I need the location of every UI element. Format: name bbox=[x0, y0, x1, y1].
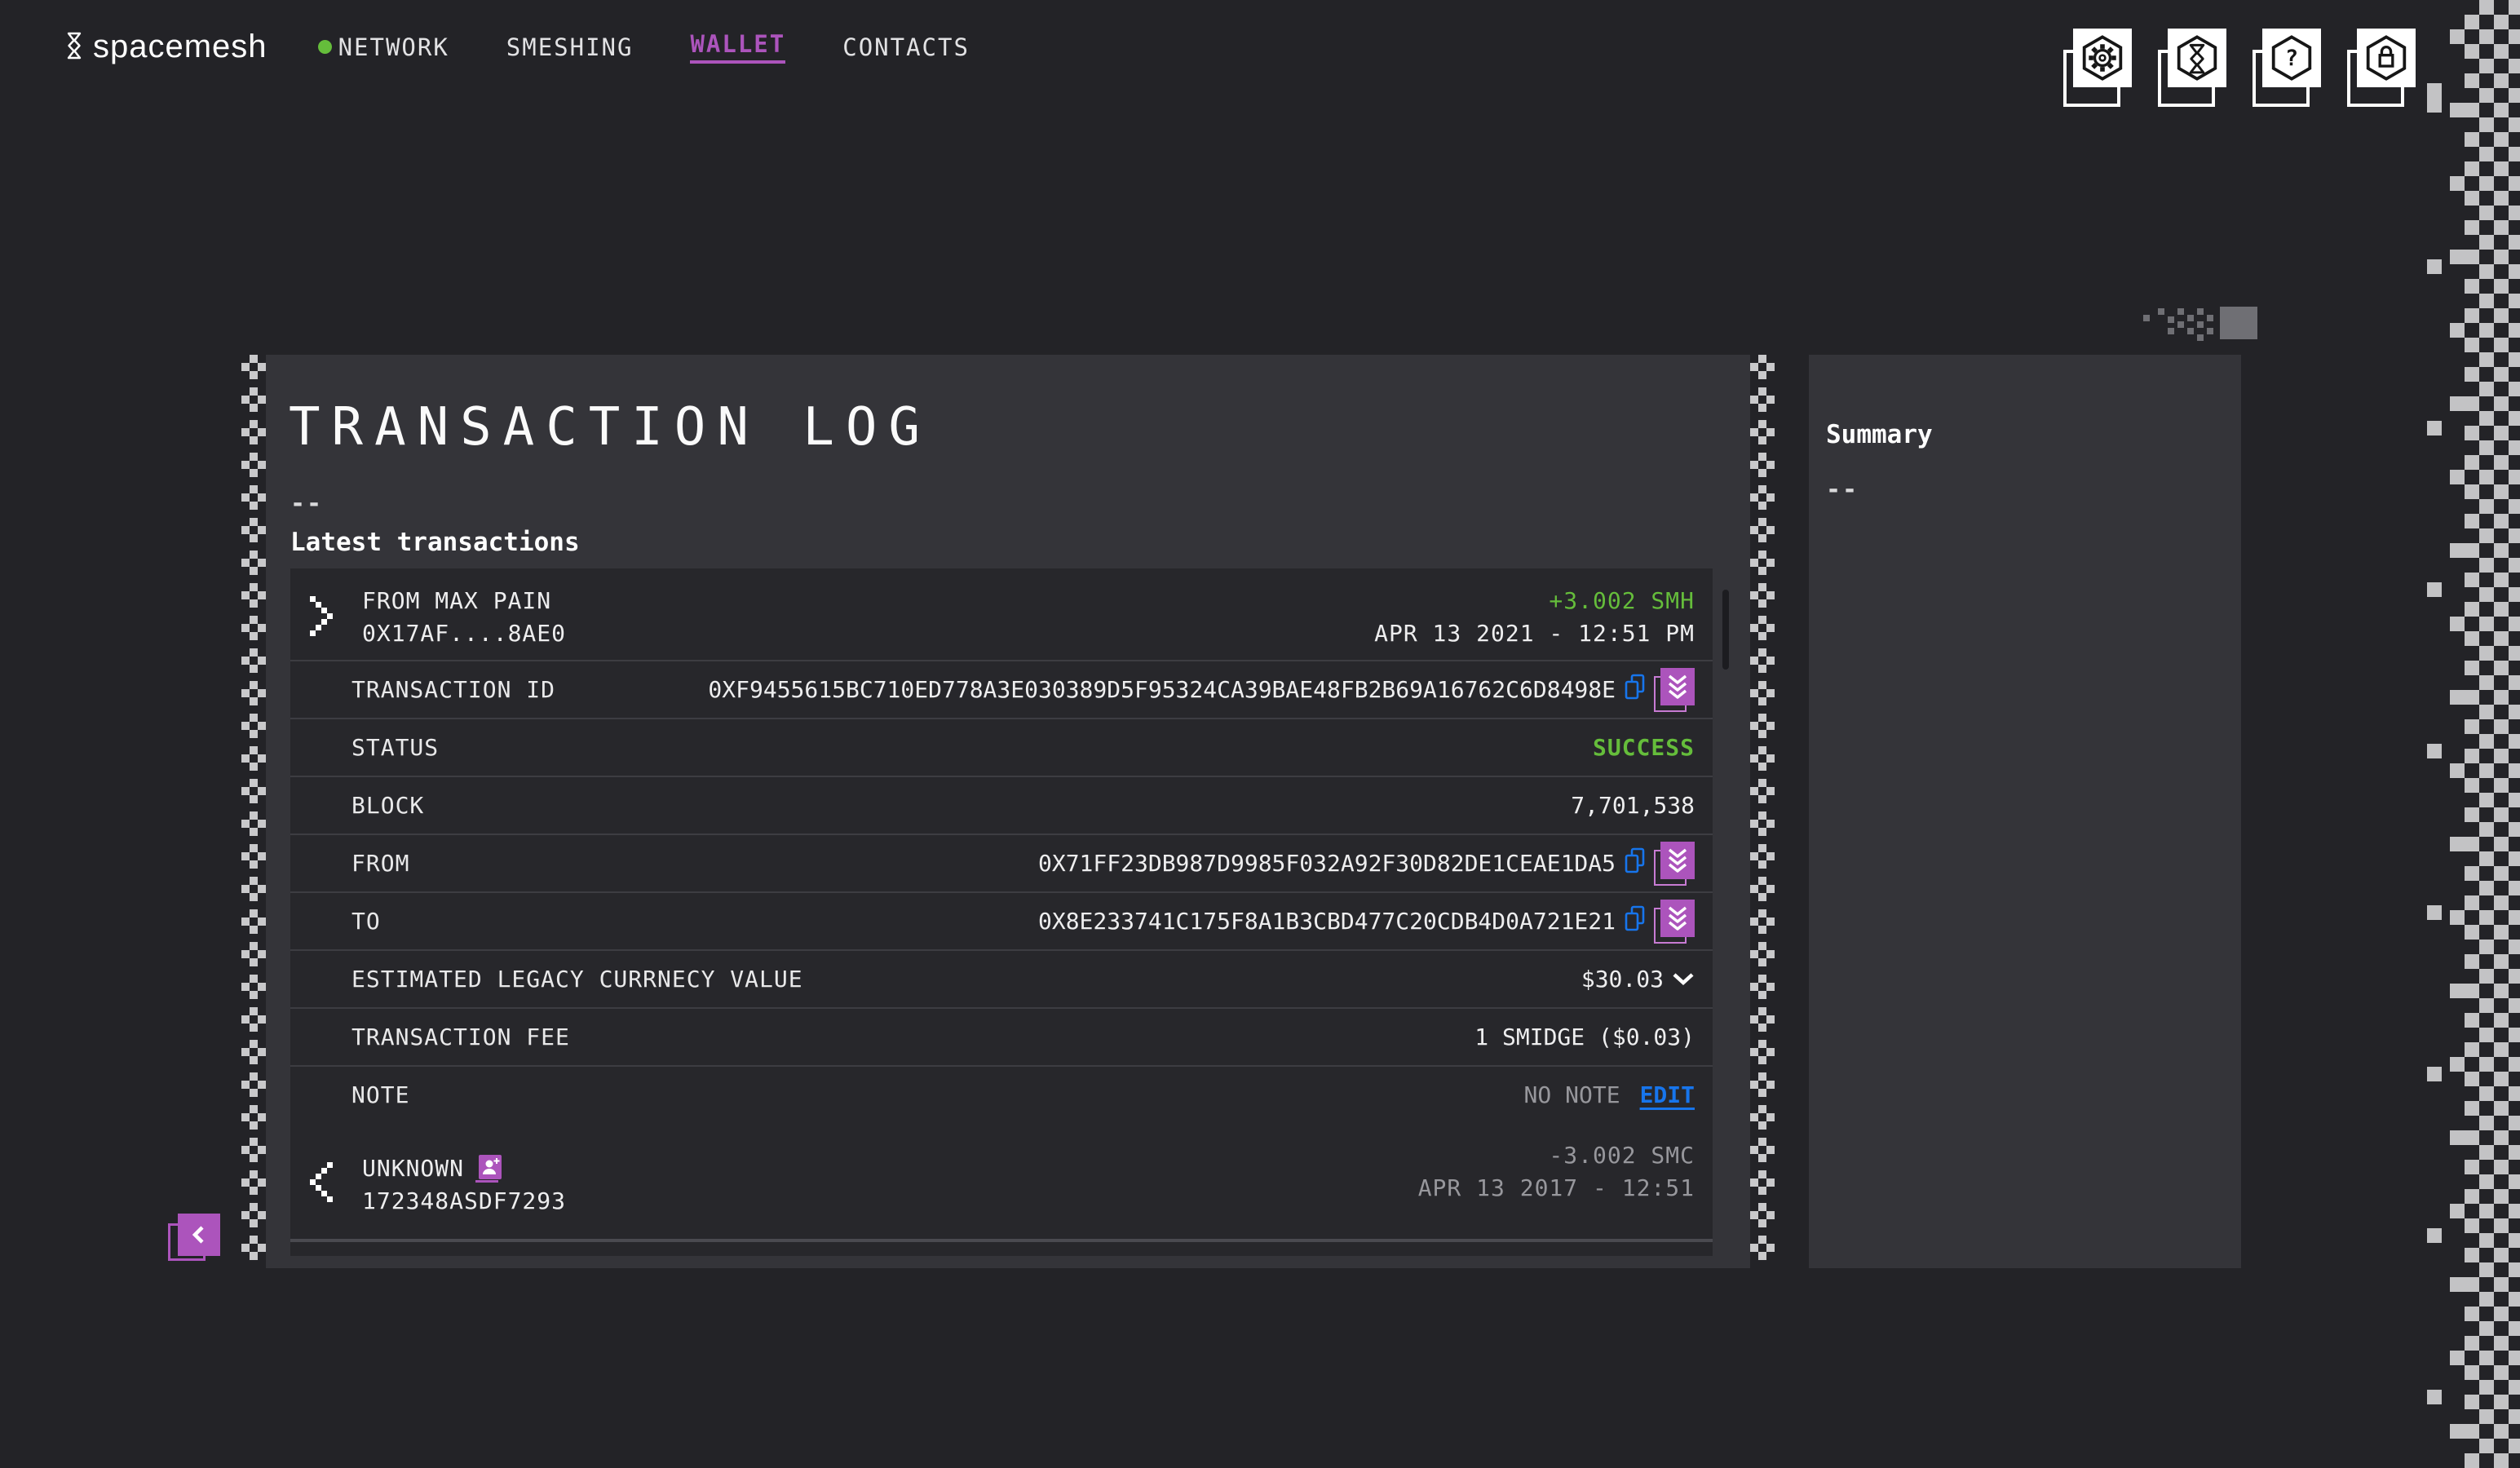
tx2-name: UNKNOWN bbox=[362, 1152, 464, 1185]
summary-panel: Summary -- bbox=[1809, 355, 2241, 1268]
row-label: BLOCK bbox=[351, 792, 424, 819]
row-label: ESTIMATED LEGACY CURRNECY VALUE bbox=[351, 966, 803, 993]
detail-row-estimated-value: ESTIMATED LEGACY CURRNECY VALUE $30.03 bbox=[290, 949, 1713, 1007]
nav-item-network[interactable]: NETWORK bbox=[318, 33, 449, 61]
title-dashes: -- bbox=[290, 489, 323, 518]
spacemesh-logo-icon bbox=[64, 28, 85, 67]
zipper-border-left bbox=[241, 355, 266, 1268]
nav-item-contacts-label: CONTACTS bbox=[842, 33, 970, 61]
page-title: TRANSACTION LOG bbox=[289, 397, 931, 458]
svg-text:?: ? bbox=[2285, 46, 2298, 71]
detail-row-from: FROM 0X71FF23DB987D9985F032A92F30D82DE1C… bbox=[290, 833, 1713, 891]
row-label: TRANSACTION FEE bbox=[351, 1024, 570, 1050]
row-label: TO bbox=[351, 908, 381, 935]
status-badge: SUCCESS bbox=[1593, 734, 1695, 761]
pixel-dither-decoration bbox=[2143, 307, 2241, 343]
block-value: 7,701,538 bbox=[1571, 792, 1695, 819]
tx2-amount: -3.002 SMC bbox=[1418, 1139, 1695, 1172]
nav-item-network-label: NETWORK bbox=[338, 33, 449, 61]
tx2-date: APR 13 2017 - 12:51 bbox=[1418, 1172, 1695, 1205]
nav-item-wallet-label: WALLET bbox=[690, 30, 785, 58]
transaction-log-panel: TRANSACTION LOG -- Latest transactions F… bbox=[241, 355, 1775, 1268]
settings-button[interactable] bbox=[2063, 29, 2132, 107]
chevron-down-icon[interactable] bbox=[1672, 966, 1695, 993]
edit-note-link[interactable]: EDIT bbox=[1640, 1081, 1695, 1108]
detail-row-note: NOTE NO NOTE EDIT bbox=[290, 1065, 1713, 1123]
add-contact-shadow bbox=[475, 1180, 498, 1183]
pixel-arrow-right-icon bbox=[310, 596, 333, 636]
person-plus-icon bbox=[479, 1155, 502, 1179]
screen-edge-checkerboard bbox=[2465, 0, 2520, 1468]
explorer-layers-icon[interactable] bbox=[1654, 900, 1695, 944]
nav-item-smeshing-label: SMESHING bbox=[506, 33, 634, 61]
detail-row-to: TO 0X8E233741C175F8A1B3CBD477C20CDB4D0A7… bbox=[290, 891, 1713, 949]
transaction-log-content: TRANSACTION LOG -- Latest transactions F… bbox=[266, 355, 1750, 1268]
pixel-arrow-left-icon bbox=[310, 1162, 333, 1202]
copy-icon[interactable] bbox=[1624, 847, 1646, 880]
chevron-left-icon bbox=[178, 1214, 220, 1256]
brand: spacemesh bbox=[64, 28, 267, 67]
from-address-value: 0X71FF23DB987D9985F032A92F30D82DE1CEAE1D… bbox=[1038, 850, 1616, 877]
transaction-row-2[interactable]: UNKNOWN bbox=[290, 1123, 1713, 1242]
to-address-value: 0X8E233741C175F8A1B3CBD477C20CDB4D0A721E… bbox=[1038, 908, 1616, 935]
tx1-amount: +3.002 SMH bbox=[1374, 585, 1695, 617]
question-icon: ? bbox=[2262, 29, 2321, 87]
spacemesh-mark-icon bbox=[2168, 29, 2226, 87]
transaction-id-value: 0XF9455615BC710ED778A3E030389D5F95324CA3… bbox=[708, 676, 1616, 703]
collapse-panel-button[interactable] bbox=[168, 1214, 220, 1266]
gear-icon bbox=[2073, 29, 2132, 87]
detail-row-status: STATUS SUCCESS bbox=[290, 718, 1713, 776]
transaction-list: FROM MAX PAIN 0X17AF....8AE0 +3.002 SMH … bbox=[290, 568, 1713, 1256]
row-label: NOTE bbox=[351, 1081, 409, 1108]
nav-item-contacts[interactable]: CONTACTS bbox=[842, 33, 970, 61]
latest-transactions-heading: Latest transactions bbox=[290, 528, 580, 557]
brand-name: spacemesh bbox=[93, 29, 267, 65]
zipper-border-right bbox=[1750, 355, 1775, 1268]
fee-value: 1 SMIDGE ($0.03) bbox=[1474, 1024, 1695, 1050]
toolbar-icons: ? bbox=[2063, 29, 2416, 107]
note-value: NO NOTE bbox=[1524, 1081, 1620, 1108]
explorer-layers-icon[interactable] bbox=[1654, 668, 1695, 712]
transaction-row-1[interactable]: FROM MAX PAIN 0X17AF....8AE0 +3.002 SMH … bbox=[290, 568, 1713, 660]
detail-row-block: BLOCK 7,701,538 bbox=[290, 776, 1713, 833]
row-label: STATUS bbox=[351, 734, 439, 761]
explorer-layers-icon[interactable] bbox=[1654, 842, 1695, 886]
network-dna-button[interactable] bbox=[2158, 29, 2226, 107]
row-label: TRANSACTION ID bbox=[351, 676, 555, 703]
tx1-date: APR 13 2021 - 12:51 PM bbox=[1374, 617, 1695, 650]
top-nav: spacemesh NETWORK SMESHING WALLET CONTAC… bbox=[64, 0, 1027, 94]
estimated-value: $30.03 bbox=[1581, 966, 1664, 993]
summary-heading: Summary bbox=[1826, 420, 1933, 449]
copy-icon[interactable] bbox=[1624, 905, 1646, 938]
padlock-icon bbox=[2357, 29, 2416, 87]
summary-dashes: -- bbox=[1826, 475, 1859, 504]
screen-edge-dither bbox=[2450, 0, 2465, 1468]
network-status-dot-icon bbox=[318, 40, 332, 54]
detail-row-transaction-id: TRANSACTION ID 0XF9455615BC710ED778A3E03… bbox=[290, 660, 1713, 718]
nav-item-smeshing[interactable]: SMESHING bbox=[506, 33, 634, 61]
lock-button[interactable] bbox=[2347, 29, 2416, 107]
help-button[interactable]: ? bbox=[2253, 29, 2321, 107]
row-label: FROM bbox=[351, 850, 409, 877]
screen-edge-dither-2 bbox=[2427, 0, 2442, 1468]
add-contact-button[interactable] bbox=[475, 1155, 502, 1183]
list-scrollbar-thumb[interactable] bbox=[1722, 590, 1729, 670]
detail-row-fee: TRANSACTION FEE 1 SMIDGE ($0.03) bbox=[290, 1007, 1713, 1065]
copy-icon[interactable] bbox=[1624, 674, 1646, 706]
nav-item-wallet[interactable]: WALLET bbox=[690, 30, 785, 64]
